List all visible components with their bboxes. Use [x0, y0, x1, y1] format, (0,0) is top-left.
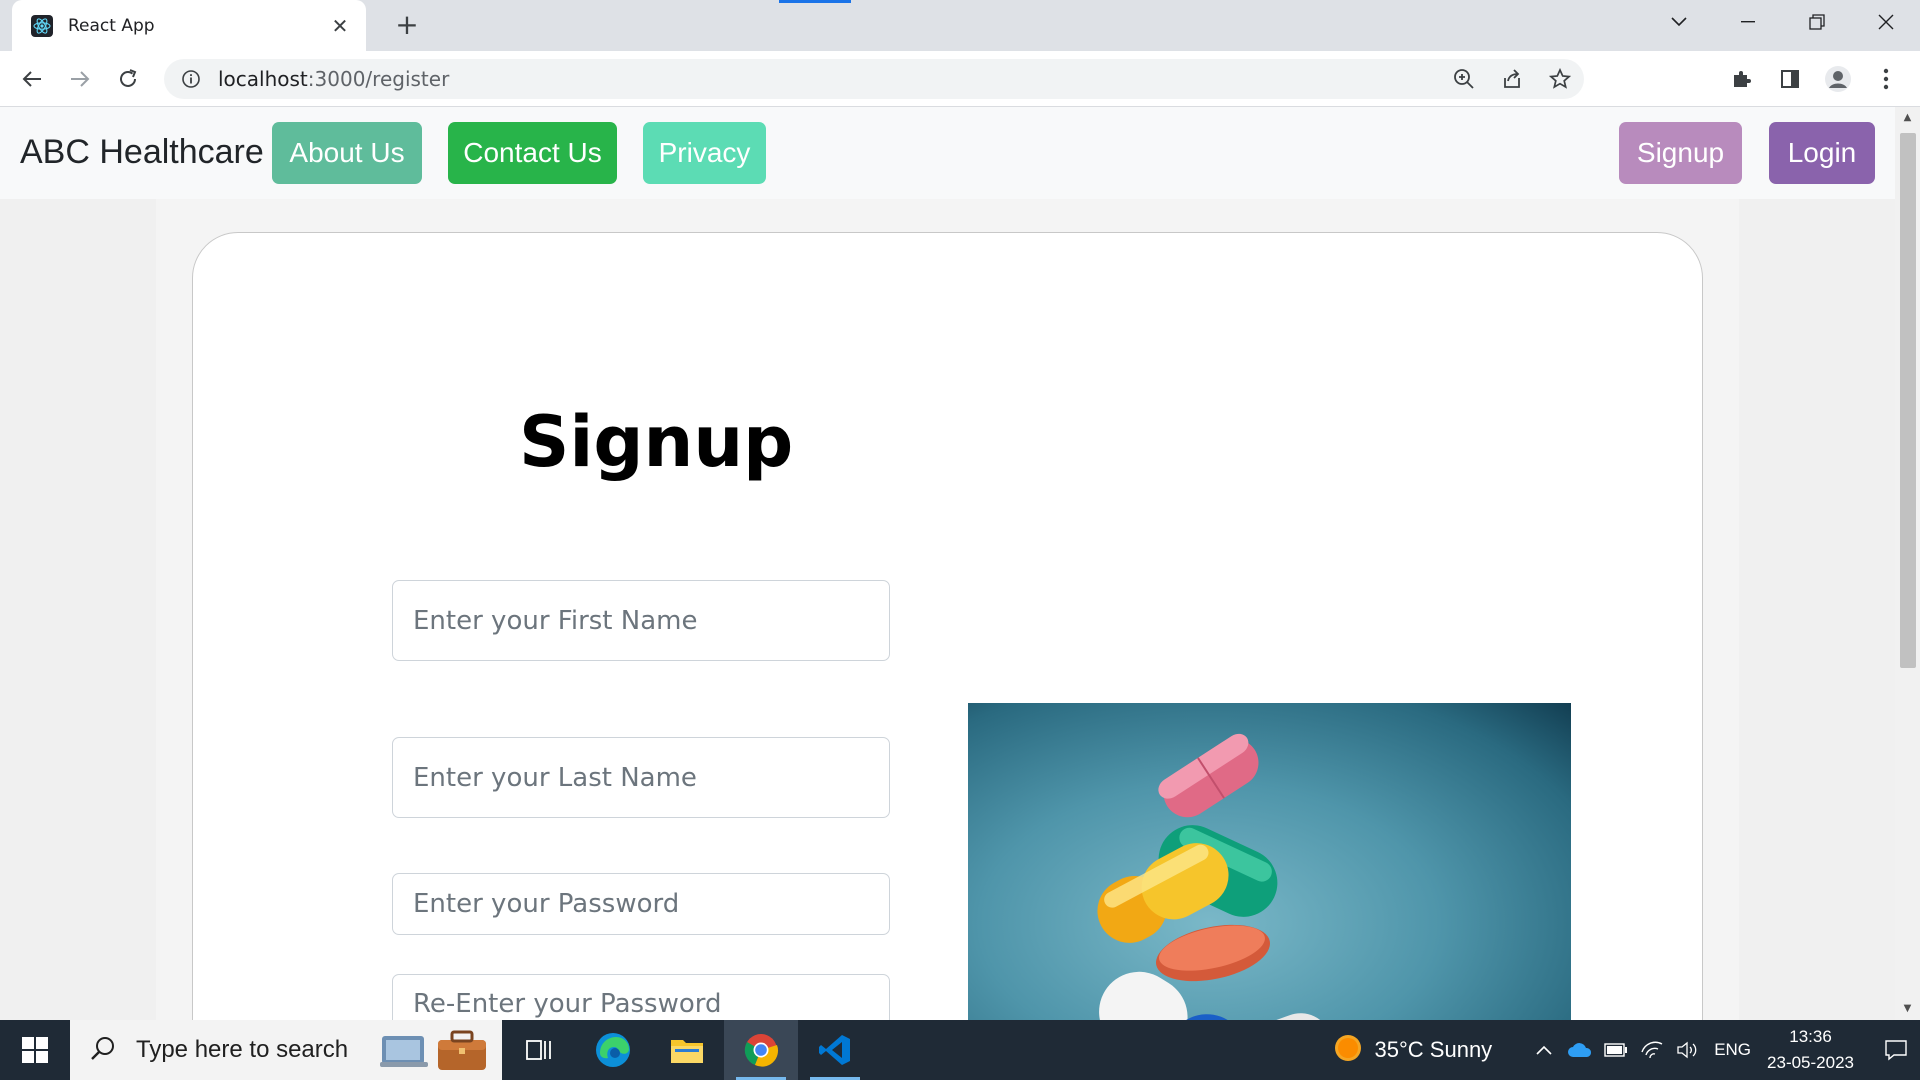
- tab-close-icon[interactable]: ✕: [328, 14, 352, 38]
- reenter-password-placeholder: Re-Enter your Password: [413, 989, 722, 1019]
- weather-label[interactable]: 35°C Sunny: [1375, 1037, 1493, 1063]
- language-indicator[interactable]: ENG: [1714, 1040, 1751, 1060]
- about-us-button[interactable]: About Us: [272, 122, 422, 184]
- url-host: localhost: [218, 67, 308, 91]
- loading-indicator: [779, 0, 851, 3]
- profile-avatar-icon[interactable]: [1814, 59, 1862, 99]
- scroll-thumb[interactable]: [1900, 133, 1916, 668]
- edge-browser-icon[interactable]: [576, 1020, 650, 1080]
- browser-toolbar: localhost:3000/register: [0, 51, 1920, 107]
- battery-icon[interactable]: [1598, 1020, 1634, 1080]
- side-panel-icon[interactable]: [1766, 59, 1814, 99]
- privacy-button[interactable]: Privacy: [643, 122, 766, 184]
- volume-icon[interactable]: [1670, 1020, 1706, 1080]
- system-tray: 35°C Sunny ENG 13:36 23-05-2023: [1333, 1020, 1920, 1080]
- scroll-down-arrow-icon[interactable]: ▼: [1895, 1000, 1920, 1018]
- clock[interactable]: 13:36 23-05-2023: [1767, 1024, 1854, 1076]
- share-icon[interactable]: [1488, 59, 1536, 99]
- page-viewport: ABC Healthcare About Us Contact Us Priva…: [0, 107, 1895, 1020]
- site-navbar: ABC Healthcare About Us Contact Us Priva…: [0, 107, 1895, 199]
- search-placeholder: Type here to search: [136, 1036, 349, 1063]
- file-explorer-icon[interactable]: [650, 1020, 724, 1080]
- windows-start-icon[interactable]: [0, 1020, 70, 1080]
- clock-date: 23-05-2023: [1767, 1053, 1854, 1072]
- url-path: :3000/register: [307, 67, 450, 91]
- new-tab-button[interactable]: +: [390, 8, 424, 42]
- scroll-up-arrow-icon[interactable]: ▲: [1895, 109, 1920, 127]
- browser-titlebar: React App ✕ +: [0, 0, 1920, 51]
- site-info-icon[interactable]: [180, 68, 202, 90]
- task-view-icon[interactable]: [502, 1020, 576, 1080]
- first-name-input[interactable]: Enter your First Name: [392, 580, 890, 661]
- wifi-icon[interactable]: [1634, 1020, 1670, 1080]
- search-highlight-icon: [380, 1026, 490, 1078]
- windows-taskbar: Type here to search 35°C Sunny ENG 13:36…: [0, 1020, 1920, 1080]
- restore-button[interactable]: [1782, 0, 1851, 44]
- show-hidden-icons-chevron-icon[interactable]: [1526, 1020, 1562, 1080]
- first-name-placeholder: Enter your First Name: [413, 605, 698, 636]
- back-button[interactable]: [12, 59, 52, 99]
- clock-time: 13:36: [1789, 1027, 1832, 1046]
- zoom-icon[interactable]: [1440, 59, 1488, 99]
- password-input[interactable]: Enter your Password: [392, 873, 890, 935]
- vscode-icon[interactable]: [798, 1020, 872, 1080]
- signup-heading: Signup: [519, 401, 794, 483]
- reload-button[interactable]: [108, 59, 148, 99]
- login-button[interactable]: Login: [1769, 122, 1875, 184]
- signup-button[interactable]: Signup: [1619, 122, 1742, 184]
- password-placeholder: Enter your Password: [413, 889, 680, 919]
- forward-button[interactable]: [60, 59, 100, 99]
- reenter-password-input[interactable]: Re-Enter your Password: [392, 974, 890, 1020]
- address-bar[interactable]: localhost:3000/register: [164, 59, 1584, 99]
- notification-center-icon[interactable]: [1872, 1020, 1920, 1080]
- onedrive-cloud-icon[interactable]: [1562, 1020, 1598, 1080]
- browser-tab[interactable]: React App ✕: [12, 0, 366, 51]
- close-window-button[interactable]: [1851, 0, 1920, 44]
- bookmark-star-icon[interactable]: [1536, 59, 1584, 99]
- contact-us-button[interactable]: Contact Us: [448, 122, 617, 184]
- minimize-button[interactable]: [1713, 0, 1782, 44]
- taskbar-search-box[interactable]: Type here to search: [70, 1020, 502, 1080]
- last-name-placeholder: Enter your Last Name: [413, 762, 697, 793]
- search-icon: [90, 1035, 116, 1065]
- pills-image: [968, 703, 1571, 1020]
- chrome-icon[interactable]: [724, 1020, 798, 1080]
- signup-card: Signup Enter your First Name Enter your …: [192, 232, 1703, 1020]
- menu-kebab-icon[interactable]: [1862, 59, 1910, 99]
- page-scrollbar[interactable]: ▲ ▼: [1895, 107, 1920, 1020]
- tab-title: React App: [68, 15, 155, 36]
- window-controls: [1644, 0, 1920, 44]
- tab-search-icon[interactable]: [1644, 0, 1713, 44]
- brand-logo-text[interactable]: ABC Healthcare: [20, 133, 264, 172]
- react-logo-icon: [30, 14, 54, 38]
- weather-sun-icon[interactable]: [1333, 1033, 1363, 1068]
- last-name-input[interactable]: Enter your Last Name: [392, 737, 890, 818]
- extensions-puzzle-icon[interactable]: [1718, 59, 1766, 99]
